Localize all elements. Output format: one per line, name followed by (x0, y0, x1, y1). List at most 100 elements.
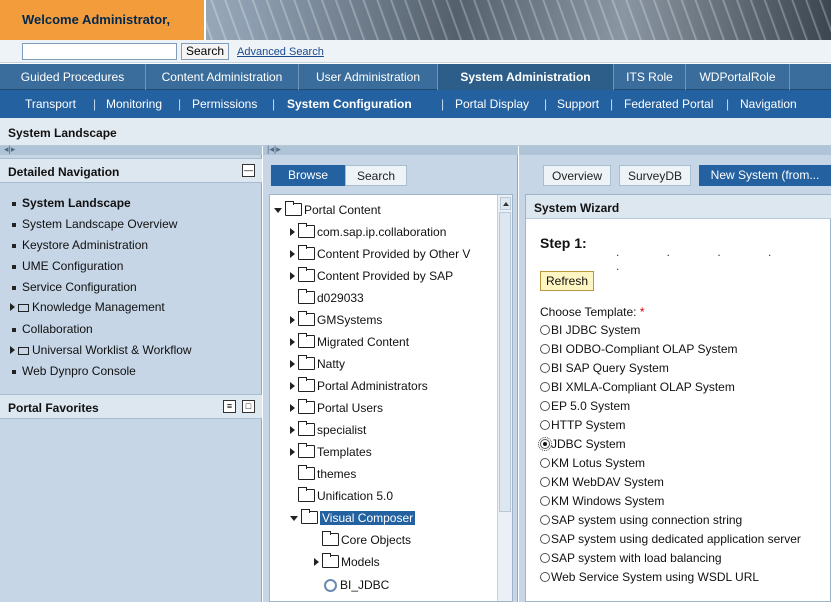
template-option[interactable]: KM Windows System (540, 494, 664, 508)
tree-node-models[interactable]: Models (314, 553, 380, 569)
expand-arrow-icon[interactable] (10, 303, 15, 311)
nav-item-universal-worklist[interactable]: Universal Worklist & Workflow (10, 343, 192, 357)
expand-arrow-icon[interactable] (290, 316, 295, 324)
expand-arrow-icon[interactable] (290, 228, 295, 236)
search-input[interactable] (22, 43, 177, 60)
tab-browse[interactable]: Browse (271, 165, 345, 186)
nav-permissions[interactable]: Permissions (192, 97, 257, 111)
expand-arrow-icon[interactable] (290, 360, 295, 368)
radio-button-checked[interactable] (538, 437, 552, 451)
tab-wdportalrole[interactable]: WDPortalRole (686, 64, 790, 90)
maximize-icon[interactable]: □ (242, 400, 255, 413)
nav-system-configuration[interactable]: System Configuration (287, 97, 412, 111)
nav-portal-display[interactable]: Portal Display (455, 97, 529, 111)
nav-item-system-landscape-overview[interactable]: System Landscape Overview (12, 217, 177, 231)
template-option[interactable]: KM WebDAV System (540, 475, 664, 489)
tree-node-collaboration[interactable]: com.sap.ip.collaboration (290, 223, 446, 239)
radio-button[interactable] (540, 496, 550, 506)
nav-item-knowledge-management[interactable]: Knowledge Management (10, 300, 165, 314)
advanced-search-link[interactable]: Advanced Search (237, 46, 324, 58)
nav-navigation[interactable]: Navigation (740, 97, 797, 111)
scroll-thumb[interactable] (499, 212, 511, 512)
template-option[interactable]: BI SAP Query System (540, 361, 669, 375)
tree-node-d029033[interactable]: d029033 (298, 289, 364, 305)
tab-overview[interactable]: Overview (543, 165, 611, 186)
tree-node-templates[interactable]: Templates (290, 443, 372, 459)
radio-button[interactable] (540, 534, 550, 544)
tree-node-specialist[interactable]: specialist (290, 421, 366, 437)
radio-button[interactable] (540, 477, 550, 487)
tab-new-system[interactable]: New System (from... (699, 165, 831, 186)
radio-button[interactable] (540, 420, 550, 430)
nav-item-ume-configuration[interactable]: UME Configuration (12, 259, 123, 273)
nav-federated-portal[interactable]: Federated Portal (624, 97, 713, 111)
radio-button[interactable] (540, 344, 550, 354)
radio-button[interactable] (540, 458, 550, 468)
tree-node-content-sap[interactable]: Content Provided by SAP (290, 267, 453, 283)
expand-arrow-icon[interactable] (290, 272, 295, 280)
radio-button[interactable] (540, 553, 550, 563)
radio-button[interactable] (540, 572, 550, 582)
template-option[interactable]: BI XMLA-Compliant OLAP System (540, 380, 735, 394)
tree-node-content-other[interactable]: Content Provided by Other V (290, 245, 470, 261)
tree-scrollbar[interactable] (497, 195, 512, 601)
nav-item-collaboration[interactable]: Collaboration (12, 322, 93, 336)
refresh-button[interactable]: Refresh (540, 271, 595, 291)
template-option[interactable]: KM Lotus System (540, 456, 645, 470)
expand-arrow-icon[interactable] (290, 426, 295, 434)
template-option[interactable]: SAP system using connection string (540, 513, 742, 527)
search-button[interactable]: Search (181, 43, 230, 60)
template-option[interactable]: SAP system using dedicated application s… (540, 532, 801, 546)
expand-arrow-icon[interactable] (290, 250, 295, 258)
tab-search[interactable]: Search (345, 165, 407, 186)
template-option[interactable]: EP 5.0 System (540, 399, 630, 413)
nav-monitoring[interactable]: Monitoring (106, 97, 162, 111)
collapse-arrow-icon[interactable] (290, 516, 298, 521)
tree-node-migrated-content[interactable]: Migrated Content (290, 333, 409, 349)
collapse-arrow-icon[interactable] (274, 208, 282, 213)
tree-node-portal-content[interactable]: Portal Content (274, 201, 381, 217)
tree-node-unification[interactable]: Unification 5.0 (298, 487, 393, 503)
scroll-up-icon[interactable] (500, 197, 511, 210)
tree-node-portal-users[interactable]: Portal Users (290, 399, 383, 415)
template-option-selected[interactable]: JDBC System (538, 437, 626, 451)
template-option[interactable]: Web Service System using WSDL URL (540, 570, 759, 584)
tree-node-portal-administrators[interactable]: Portal Administrators (290, 377, 428, 393)
panel-resize-handle[interactable]: ◂|▸ (0, 144, 262, 155)
expand-arrow-icon[interactable] (290, 404, 295, 412)
expand-arrow-icon[interactable] (290, 338, 295, 346)
template-option[interactable]: BI ODBO-Compliant OLAP System (540, 342, 738, 356)
list-icon[interactable]: ≡ (223, 400, 236, 413)
tree-node-core-objects[interactable]: Core Objects (322, 531, 411, 547)
expand-arrow-icon[interactable] (10, 346, 15, 354)
nav-item-keystore-administration[interactable]: Keystore Administration (12, 238, 148, 252)
panel-resize-handle[interactable]: |◂|▸ (263, 144, 518, 155)
tree-node-natty[interactable]: Natty (290, 355, 345, 371)
nav-transport[interactable]: Transport (25, 97, 76, 111)
tree-node-gmsystems[interactable]: GMSystems (290, 311, 382, 327)
tab-user-administration[interactable]: User Administration (299, 64, 438, 90)
nav-item-system-landscape[interactable]: System Landscape (12, 196, 131, 210)
radio-button[interactable] (540, 401, 550, 411)
template-option[interactable]: BI JDBC System (540, 323, 640, 337)
tab-surveydb[interactable]: SurveyDB (619, 165, 691, 186)
expand-arrow-icon[interactable] (314, 558, 319, 566)
nav-item-service-configuration[interactable]: Service Configuration (12, 280, 137, 294)
radio-button[interactable] (540, 363, 550, 373)
expand-arrow-icon[interactable] (290, 448, 295, 456)
template-option[interactable]: HTTP System (540, 418, 625, 432)
nav-support[interactable]: Support (557, 97, 599, 111)
radio-button[interactable] (540, 382, 550, 392)
panel-resize-handle[interactable] (519, 146, 831, 155)
tab-content-administration[interactable]: Content Administration (146, 64, 299, 90)
tab-system-administration[interactable]: System Administration (438, 64, 614, 90)
radio-button[interactable] (540, 515, 550, 525)
tab-its-role[interactable]: ITS Role (614, 64, 686, 90)
nav-item-web-dynpro-console[interactable]: Web Dynpro Console (12, 364, 136, 378)
template-option[interactable]: SAP system with load balancing (540, 551, 722, 565)
radio-button[interactable] (540, 325, 550, 335)
expand-arrow-icon[interactable] (290, 382, 295, 390)
tree-node-themes[interactable]: themes (298, 465, 356, 481)
tree-node-visual-composer[interactable]: Visual Composer (290, 509, 416, 525)
collapse-icon[interactable]: — (242, 164, 255, 177)
